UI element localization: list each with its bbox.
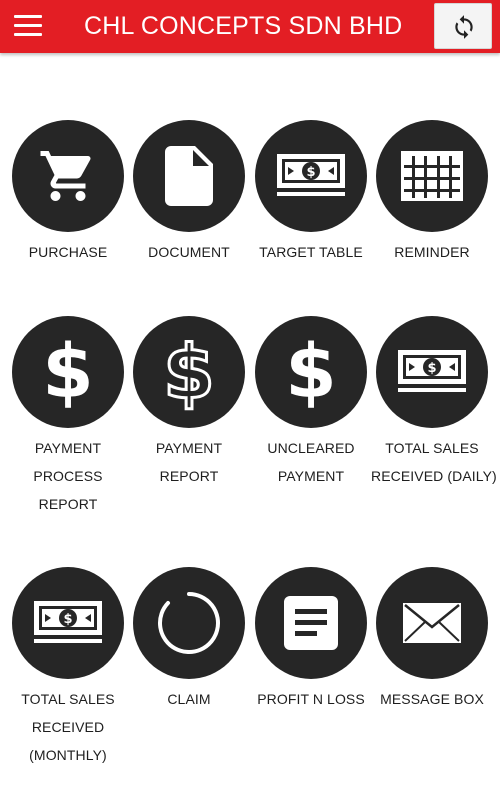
tile-label: PAYMENT REPORT [128, 434, 250, 490]
tile-label-line: TOTAL SALES [21, 691, 115, 707]
tile-label: REMINDER [371, 238, 493, 266]
tile-message-box[interactable]: MESSAGE BOX [371, 567, 493, 713]
tile-label: UNCLEARED PAYMENT [250, 434, 372, 490]
tile-label-line: TOTAL SALES [385, 440, 479, 456]
cart-icon [40, 151, 91, 201]
tile-label: TARGET TABLE [250, 238, 372, 266]
reminder-circle [376, 120, 488, 232]
tile-document[interactable]: DOCUMENT [128, 120, 250, 266]
tile-label: PROFIT N LOSS [250, 685, 372, 713]
tile-label: MESSAGE BOX [371, 685, 493, 713]
money-icon: $ [398, 350, 466, 392]
tile-label: TOTAL SALES RECEIVED (DAILY) [371, 434, 497, 490]
sync-icon [455, 15, 473, 39]
tile-label-line: PROCESS [33, 468, 103, 484]
svg-text:$: $ [306, 165, 315, 180]
tile-label: PAYMENT PROCESS REPORT [7, 434, 129, 518]
claim-circle [133, 567, 245, 679]
payment-report-circle: $ [133, 316, 245, 428]
document-circle [133, 120, 245, 232]
tile-profit-n-loss[interactable]: PROFIT N LOSS [250, 567, 372, 713]
tile-label: DOCUMENT [128, 238, 250, 266]
tile-label-line: PURCHASE [28, 244, 108, 260]
tile-label-line: REMINDER [394, 244, 470, 260]
tile-label-line: PAYMENT [34, 440, 102, 456]
payment-process-report-circle: $ [12, 316, 124, 428]
money-icon: $ [34, 601, 102, 643]
tile-label-line: PROFIT N LOSS [257, 691, 365, 707]
tile-payment-process-report[interactable]: $ PAYMENT PROCESS REPORT [7, 316, 129, 518]
tile-total-sales-received-daily[interactable]: $ TOTAL SALES RECEIVED (DAILY) [371, 316, 497, 490]
tile-uncleared-payment[interactable]: $ UNCLEARED PAYMENT [250, 316, 372, 490]
svg-text:$: $ [427, 361, 436, 376]
dollar-icon: $ [42, 329, 94, 415]
document-icon [165, 146, 213, 206]
message-box-circle [376, 567, 488, 679]
tile-label-line: MESSAGE BOX [380, 691, 484, 707]
dollar-icon: $ [285, 329, 337, 415]
dollar-outline-icon: $ [162, 332, 217, 412]
money-icon: $ [277, 154, 345, 196]
tile-label-line: (MONTHLY) [29, 747, 107, 763]
circle-loading-icon [158, 592, 220, 654]
tile-label-line: RECEIVED [31, 719, 105, 735]
tile-payment-report[interactable]: $ PAYMENT REPORT [128, 316, 250, 490]
article-icon [284, 596, 338, 650]
calendar-grid-icon [401, 151, 463, 201]
tile-label-line: RECEIVED (DAILY) [371, 468, 497, 484]
purchase-circle [12, 120, 124, 232]
tile-label-line: TARGET TABLE [259, 244, 363, 260]
tile-label-line: REPORT [38, 496, 98, 512]
app-bar: CHL CONCEPTS SDN BHD [0, 0, 500, 53]
total-sales-monthly-circle: $ [12, 567, 124, 679]
tile-label-line: PAYMENT [277, 468, 345, 484]
tile-label-line: CLAIM [167, 691, 211, 707]
tile-label-line: PAYMENT [155, 440, 223, 456]
uncleared-payment-circle: $ [255, 316, 367, 428]
tile-claim[interactable]: CLAIM [128, 567, 250, 713]
tile-label-line: UNCLEARED [267, 440, 355, 456]
envelope-icon [403, 603, 461, 643]
profit-n-loss-circle [255, 567, 367, 679]
tile-label-line: REPORT [159, 468, 219, 484]
hamburger-menu-icon[interactable] [12, 12, 44, 40]
target-table-circle: $ [255, 120, 367, 232]
tile-target-table[interactable]: $ TARGET TABLE [250, 120, 372, 266]
refresh-button[interactable] [434, 3, 492, 49]
tile-reminder[interactable]: REMINDER [371, 120, 493, 266]
tile-label: PURCHASE [7, 238, 129, 266]
tile-label-line: DOCUMENT [148, 244, 230, 260]
tile-label: CLAIM [128, 685, 250, 713]
total-sales-daily-circle: $ [376, 316, 488, 428]
svg-text:$: $ [63, 612, 72, 627]
tile-purchase[interactable]: PURCHASE [7, 120, 129, 266]
app-title: CHL CONCEPTS SDN BHD [84, 12, 403, 40]
tile-label: TOTAL SALES RECEIVED (MONTHLY) [7, 685, 129, 769]
tile-total-sales-received-monthly[interactable]: $ TOTAL SALES RECEIVED (MONTHLY) [7, 567, 129, 769]
svg-text:$: $ [163, 332, 215, 412]
